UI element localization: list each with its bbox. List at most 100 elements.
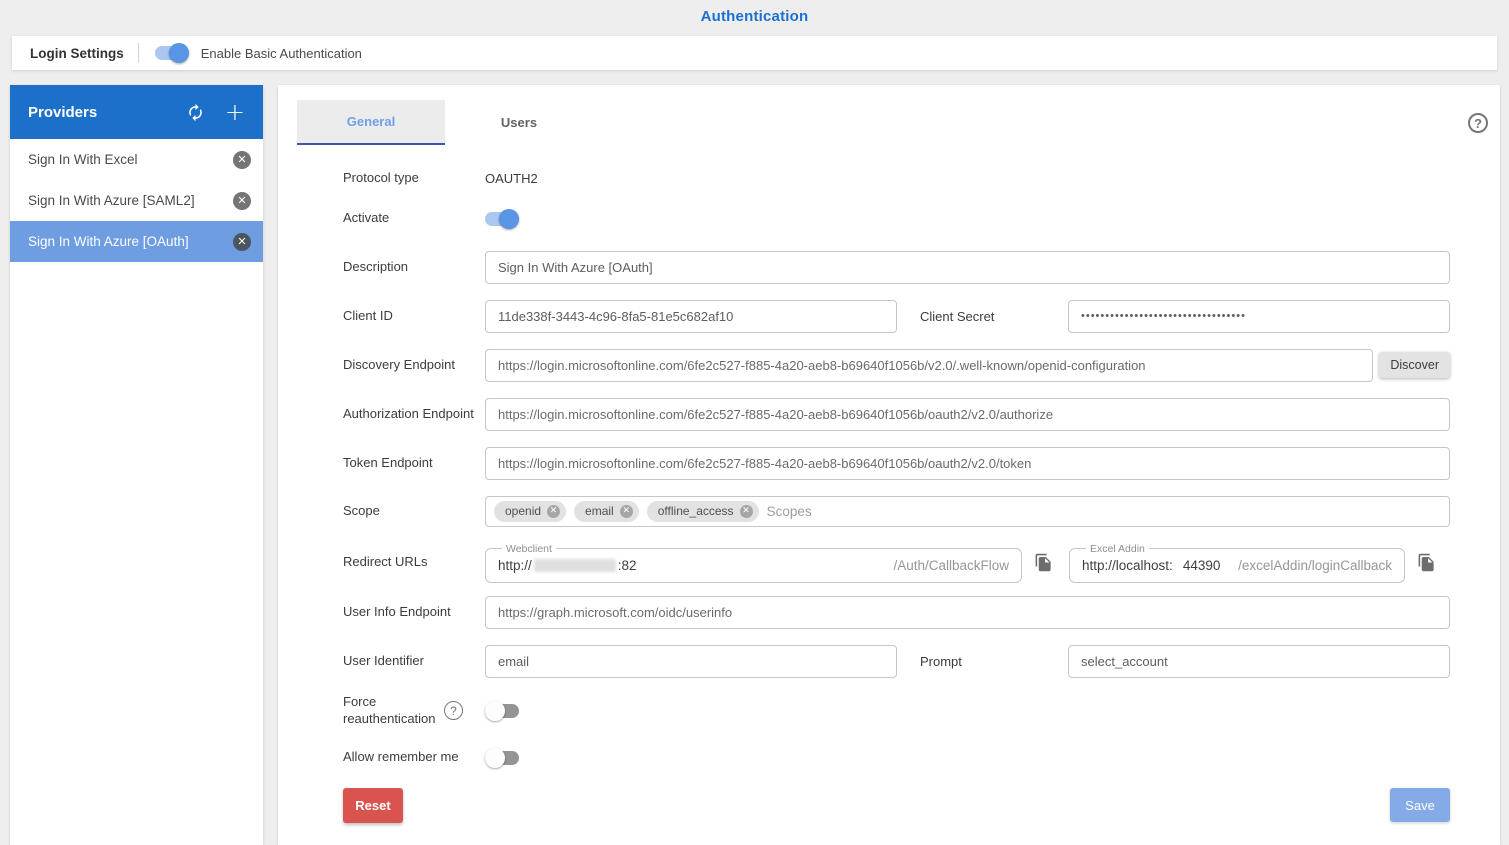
form-row-allow-remember-me: Allow remember me [278,748,1500,768]
protocol-type-label: Protocol type [343,170,485,187]
webclient-redirect-fieldset: Webclient http:// :82 /Auth/CallbackFlow [485,543,1022,583]
toggle-knob [485,748,505,768]
excel-addin-port-input[interactable]: 44390 [1183,558,1221,573]
provider-label: Sign In With Azure [OAuth] [28,234,233,249]
toggle-knob [485,701,505,721]
app-title-bar: Authentication [0,0,1509,33]
user-identifier-input[interactable] [485,645,897,678]
provider-item-excel[interactable]: Sign In With Excel ✕ [10,139,263,180]
form-row-client: Client ID Client Secret [278,300,1500,333]
webclient-port: :82 [618,558,637,573]
prompt-input[interactable] [1068,645,1450,678]
force-reauthentication-toggle[interactable] [485,701,519,721]
scope-chip-label: openid [505,504,541,518]
scope-chip-input[interactable]: openid ✕ email ✕ offline_access ✕ [485,496,1450,527]
form-row-discovery-endpoint: Discovery Endpoint Discover [278,349,1500,382]
force-reauthentication-help-icon[interactable]: ? [444,701,463,720]
authorization-endpoint-input[interactable] [485,398,1450,431]
client-secret-input[interactable] [1068,300,1450,333]
webclient-host-redacted [534,559,616,572]
user-info-endpoint-label: User Info Endpoint [343,604,485,621]
save-button[interactable]: Save [1390,788,1450,822]
form-row-description: Description [278,251,1500,284]
form-row-user-info-endpoint: User Info Endpoint [278,596,1500,629]
activate-toggle[interactable] [485,209,519,229]
tab-users[interactable]: Users [445,100,593,145]
excel-addin-host: http://localhost: [1082,558,1173,573]
enable-basic-auth-toggle[interactable] [155,43,189,63]
description-label: Description [343,259,485,276]
token-endpoint-input[interactable] [485,447,1450,480]
provider-label: Sign In With Excel [28,152,233,167]
activate-label: Activate [343,210,485,227]
token-endpoint-label: Token Endpoint [343,455,485,472]
excel-addin-legend: Excel Addin [1086,543,1149,555]
toggle-knob [169,43,189,63]
excel-addin-callback-path: /excelAddin/loginCallback [1238,558,1392,573]
general-form: Protocol type OAUTH2 Activate Descriptio… [278,170,1500,823]
form-actions-row: Reset Save [278,788,1500,823]
description-input[interactable] [485,251,1450,284]
remove-provider-icon[interactable]: ✕ [233,233,251,251]
form-row-protocol-type: Protocol type OAUTH2 [278,170,1500,187]
help-icon[interactable]: ? [1468,113,1488,133]
detail-tabs: General Users [297,100,1500,146]
webclient-scheme: http:// [498,558,532,573]
scope-chip: email ✕ [574,501,639,522]
protocol-type-value: OAUTH2 [485,171,538,186]
scopes-input[interactable] [767,504,1441,519]
provider-label: Sign In With Azure [SAML2] [28,193,233,208]
webclient-callback-path: /Auth/CallbackFlow [893,558,1009,573]
scope-chip-label: offline_access [658,504,734,518]
page-title: Authentication [701,8,809,25]
scope-chip: openid ✕ [494,501,566,522]
client-id-label: Client ID [343,308,485,325]
form-row-user-identifier: User Identifier Prompt [278,645,1500,678]
allow-remember-me-label: Allow remember me [343,749,485,766]
form-row-activate: Activate [278,209,1500,229]
add-provider-icon[interactable]: + [225,102,245,122]
form-row-redirect-urls: Redirect URLs Webclient http:// :82 /Aut… [278,543,1500,583]
reset-button[interactable]: Reset [343,788,403,823]
scope-chip-label: email [585,504,614,518]
copy-webclient-url-icon[interactable] [1034,552,1053,573]
form-row-authorization-endpoint: Authorization Endpoint [278,398,1500,431]
enable-basic-auth-label: Enable Basic Authentication [201,46,362,61]
discovery-endpoint-label: Discovery Endpoint [343,357,485,374]
redirect-urls-label: Redirect URLs [343,554,485,571]
tab-general[interactable]: General [297,100,445,145]
prompt-label: Prompt [920,654,1068,669]
force-reauthentication-label: Force reauthentication [343,694,443,728]
scope-label: Scope [343,503,485,520]
form-row-token-endpoint: Token Endpoint [278,447,1500,480]
copy-excel-addin-url-icon[interactable] [1417,552,1436,573]
form-row-force-reauthentication: Force reauthentication ? [278,694,1500,728]
excel-addin-redirect-fieldset: Excel Addin http://localhost: 44390 /exc… [1069,543,1405,583]
providers-title: Providers [28,104,186,121]
providers-header: Providers + [10,85,263,139]
refresh-icon[interactable] [186,103,205,122]
remove-provider-icon[interactable]: ✕ [233,151,251,169]
client-secret-label: Client Secret [920,309,1068,324]
toggle-knob [499,209,519,229]
discover-button[interactable]: Discover [1379,352,1450,378]
scope-chip: offline_access ✕ [647,501,759,522]
remove-provider-icon[interactable]: ✕ [233,192,251,210]
user-info-endpoint-input[interactable] [485,596,1450,629]
providers-sidebar: Providers + Sign In With Excel ✕ Sign In… [10,85,263,845]
client-id-input[interactable] [485,300,897,333]
discovery-endpoint-input[interactable] [485,349,1373,382]
provider-item-azure-saml2[interactable]: Sign In With Azure [SAML2] ✕ [10,180,263,221]
login-settings-bar: Login Settings Enable Basic Authenticati… [12,36,1497,70]
remove-scope-icon[interactable]: ✕ [547,505,560,518]
authorization-endpoint-label: Authorization Endpoint [343,406,485,423]
provider-item-azure-oauth[interactable]: Sign In With Azure [OAuth] ✕ [10,221,263,262]
allow-remember-me-toggle[interactable] [485,748,519,768]
remove-scope-icon[interactable]: ✕ [620,505,633,518]
webclient-legend: Webclient [502,543,556,555]
user-identifier-label: User Identifier [343,653,485,670]
remove-scope-icon[interactable]: ✕ [740,505,753,518]
form-row-scope: Scope openid ✕ email ✕ offline_access ✕ [278,496,1500,527]
login-settings-label: Login Settings [30,46,124,61]
divider [138,43,139,63]
